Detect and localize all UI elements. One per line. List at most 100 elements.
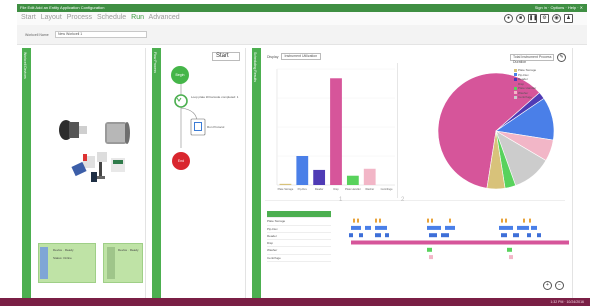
zoom-in-icon[interactable]: + <box>543 281 552 290</box>
centrifuge-device[interactable] <box>105 122 130 144</box>
menu-item-advanced[interactable]: Advanced <box>149 14 180 21</box>
gantt-task-block[interactable] <box>507 247 512 252</box>
timeline-row-label: Disp <box>267 240 331 248</box>
pie-legend: Plate Storage Pip-Dev Reader Disp Plate Hand… <box>514 68 536 100</box>
gantt-task-block[interactable] <box>501 233 507 238</box>
schedule-gantt <box>331 211 571 260</box>
protocol-step-icon[interactable] <box>190 118 206 136</box>
settings-icon[interactable]: ⚙ <box>540 14 549 23</box>
devices-panel: Device · Ready Status: Online Device · R… <box>31 48 146 298</box>
menu-item-schedule[interactable]: Schedule <box>97 14 126 21</box>
gantt-task-block[interactable] <box>431 218 433 223</box>
menu-item-start[interactable]: Start <box>21 14 36 21</box>
menu-item-layout[interactable]: Layout <box>41 14 62 21</box>
workcell-select[interactable]: New Workcell 1 <box>55 31 147 38</box>
timeline-header <box>267 211 331 219</box>
display-label: Display <box>267 54 279 59</box>
gantt-task-block[interactable] <box>351 240 569 245</box>
results-panel: Display Instrument Utilization Total Ins… <box>261 48 573 298</box>
gantt-task-block[interactable] <box>427 247 432 252</box>
gantt-task-block[interactable] <box>349 233 353 238</box>
bar-washer[interactable] <box>363 168 376 185</box>
gantt-task-block[interactable] <box>357 218 359 223</box>
record-icon[interactable]: ● <box>504 14 513 23</box>
utilization-bar-chart: Plate Storage Pip-Dev Reader Disp Plate Hand… <box>276 68 395 191</box>
title-right[interactable]: Sign in · Options · Help · ✕ <box>535 5 583 10</box>
x-tick-label: Washer <box>365 187 374 191</box>
gantt-task-block[interactable] <box>379 218 381 223</box>
zoom-out-icon[interactable]: − <box>555 281 564 290</box>
devices-side-tab[interactable]: Workcell Devices <box>22 48 31 298</box>
gantt-task-block[interactable] <box>427 225 441 230</box>
device-status-box-1[interactable]: Device · Ready Status: Online <box>38 243 96 283</box>
legend-label: Centrifuge <box>518 95 532 100</box>
washer-device[interactable] <box>111 158 125 172</box>
gantt-task-block[interactable] <box>449 218 451 223</box>
gantt-task-block[interactable] <box>445 225 455 230</box>
menu-bar: Start Layout Process Schedule Run Advanc… <box>17 12 587 25</box>
legend-swatch <box>514 68 517 72</box>
application-window: File Edit Add an Entity Application Conf… <box>0 0 590 306</box>
gantt-task-block[interactable] <box>429 233 437 238</box>
device-status-box-2[interactable]: Device · Ready <box>103 243 143 283</box>
gantt-task-block[interactable] <box>375 218 377 223</box>
gantt-task-block[interactable] <box>365 225 371 230</box>
begin-node[interactable]: Begin <box>171 66 189 84</box>
gantt-task-block[interactable] <box>527 233 531 238</box>
gantt-task-block[interactable] <box>359 233 363 238</box>
legend-label: Disp <box>518 81 525 86</box>
timeline-labels: Plate Storage Pip-Dev Reader Disp Washer… <box>267 211 331 263</box>
metric-dropdown[interactable]: Total Instrument Process Duration <box>510 54 554 64</box>
timeline-marker-2: 2 <box>401 197 405 203</box>
gantt-task-block[interactable] <box>537 233 541 238</box>
bar-plate-handler[interactable] <box>346 175 359 185</box>
database-icon[interactable]: ◉ <box>552 14 561 23</box>
legend-swatch <box>514 86 517 90</box>
small-device[interactable] <box>91 172 97 182</box>
gantt-task-block[interactable] <box>517 225 529 230</box>
bar-reader[interactable] <box>313 169 326 185</box>
x-tick-label: Disp <box>333 187 339 191</box>
gantt-task-block[interactable] <box>375 225 387 230</box>
gantt-task-block[interactable] <box>505 218 507 223</box>
stop-icon[interactable]: ■ <box>516 14 525 23</box>
robot-arm-device[interactable] <box>59 120 87 140</box>
gantt-task-block[interactable] <box>499 225 513 230</box>
x-tick-label: Plate Storage <box>278 187 294 191</box>
gantt-task-block[interactable] <box>375 233 381 238</box>
gantt-task-block[interactable] <box>429 255 433 260</box>
display-dropdown[interactable]: Instrument Utilization <box>281 53 322 60</box>
gantt-task-block[interactable] <box>427 218 429 223</box>
bar-plate-storage[interactable] <box>279 183 292 185</box>
pause-icon[interactable]: ❚❚ <box>528 14 537 23</box>
timeline-row-label: Centrifuge <box>267 255 331 263</box>
gantt-task-block[interactable] <box>501 218 503 223</box>
end-node[interactable]: End <box>172 152 190 170</box>
schedule-side-tab[interactable]: Scheduling Results <box>252 48 261 298</box>
gantt-task-block[interactable] <box>509 255 513 260</box>
gantt-task-block[interactable] <box>531 225 537 230</box>
timeline-divider <box>265 200 565 201</box>
gantt-task-block[interactable] <box>513 233 519 238</box>
gantt-task-block[interactable] <box>351 225 361 230</box>
process-side-tab[interactable]: Flow Process <box>152 48 161 298</box>
bar-disp[interactable] <box>330 78 342 185</box>
taskbar: 1:32 PM · 10/24/2016 <box>0 298 590 306</box>
edit-icon[interactable]: ✎ <box>557 53 566 62</box>
gantt-task-block[interactable] <box>353 218 355 223</box>
gantt-task-block[interactable] <box>385 233 389 238</box>
legend-label: Plate Storage <box>518 68 537 73</box>
menu-item-run[interactable]: Run <box>131 14 144 21</box>
status-box-2-title: Device · Ready <box>118 248 139 252</box>
status-box-1-sub: Status: Online <box>53 256 72 260</box>
bar-pip-dev[interactable] <box>296 156 309 185</box>
menu-item-process[interactable]: Process <box>67 14 92 21</box>
title-bar: File Edit Add an Entity Application Conf… <box>17 4 587 12</box>
flow-diagram <box>174 82 206 148</box>
user-icon[interactable]: ♟ <box>564 14 573 23</box>
gantt-task-block[interactable] <box>529 218 531 223</box>
gantt-task-block[interactable] <box>523 218 525 223</box>
main-menu: Start Layout Process Schedule Run Advanc… <box>21 14 183 21</box>
loop-icon[interactable] <box>174 94 188 108</box>
gantt-task-block[interactable] <box>441 233 449 238</box>
